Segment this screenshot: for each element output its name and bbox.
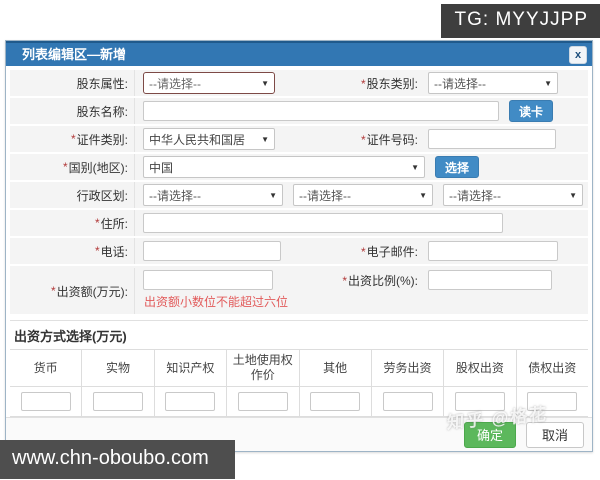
chevron-down-icon: ▼ bbox=[419, 190, 427, 200]
row-address: * 住所: bbox=[10, 210, 588, 236]
row-shareholder-name: 股东名称: 读卡 bbox=[10, 98, 588, 124]
col-debt: 债权出资 bbox=[528, 360, 577, 375]
admin-division-select-2[interactable]: --请选择-- ▼ bbox=[293, 184, 433, 206]
col-other: 其他 bbox=[300, 350, 372, 386]
email-input[interactable] bbox=[428, 241, 558, 261]
row-cert: * 证件类别: 中华人民共和国居 ▼ *证件号码: bbox=[10, 126, 588, 152]
cert-no-input[interactable] bbox=[428, 129, 556, 149]
shareholder-name-input[interactable] bbox=[143, 101, 499, 121]
ratio-label: *出资比例(%): bbox=[342, 274, 418, 288]
address-label: * 住所: bbox=[10, 210, 135, 236]
chevron-down-icon: ▼ bbox=[269, 190, 277, 200]
admin-division-label: 行政区划: bbox=[10, 182, 135, 208]
col-currency: 货币 bbox=[10, 350, 83, 386]
shareholder-attr-label: 股东属性: bbox=[10, 70, 135, 96]
read-card-button[interactable]: 读卡 bbox=[509, 100, 554, 122]
ip-input[interactable] bbox=[165, 392, 216, 411]
form-area: 股东属性: --请选择-- ▼ *股东类别: --请选择-- ▼ 股东名称: 读… bbox=[6, 66, 592, 314]
col-in-kind: 实物 bbox=[82, 350, 155, 386]
capital-table-inputs bbox=[10, 387, 588, 417]
labor-input[interactable] bbox=[382, 392, 433, 411]
site-badge: www.chn-oboubo.com bbox=[0, 440, 235, 479]
other-input[interactable] bbox=[310, 392, 361, 411]
row-shareholder-attr: 股东属性: --请选择-- ▼ *股东类别: --请选择-- ▼ bbox=[10, 70, 588, 96]
chevron-down-icon: ▼ bbox=[411, 162, 419, 172]
row-amount-ratio: * 出资额(万元): 出资额小数位不能超过六位 *出资比例(%): bbox=[10, 266, 588, 314]
phone-input[interactable] bbox=[143, 241, 281, 261]
shareholder-name-label: 股东名称: bbox=[10, 98, 135, 124]
cert-type-select[interactable]: 中华人民共和国居 ▼ bbox=[143, 128, 275, 150]
in-kind-input[interactable] bbox=[93, 392, 144, 411]
chevron-down-icon: ▼ bbox=[569, 190, 577, 200]
tg-badge: TG: MYYJJPP bbox=[440, 4, 600, 38]
address-input[interactable] bbox=[143, 213, 503, 233]
choose-button[interactable]: 选择 bbox=[435, 156, 480, 178]
land-use-input[interactable] bbox=[237, 392, 288, 411]
admin-division-select-1[interactable]: --请选择-- ▼ bbox=[143, 184, 283, 206]
shareholder-attr-select[interactable]: --请选择-- ▼ bbox=[143, 72, 275, 94]
ratio-input[interactable] bbox=[428, 270, 552, 290]
country-label: * 国别(地区): bbox=[10, 154, 135, 180]
debt-input[interactable] bbox=[527, 392, 578, 411]
cert-no-label: *证件号码: bbox=[360, 132, 418, 147]
dialog-title: 列表编辑区—新增 bbox=[22, 47, 127, 62]
equity-input[interactable] bbox=[454, 392, 505, 411]
amount-validation-hint: 出资额小数位不能超过六位 bbox=[144, 295, 289, 309]
capital-section: 出资方式选择(万元) 货币 实物 知识产权 土地使用权作价 其他 劳务出资 股权… bbox=[10, 320, 588, 417]
row-country: * 国别(地区): 中国 ▼ 选择 bbox=[10, 154, 588, 180]
chevron-down-icon: ▼ bbox=[261, 78, 269, 88]
cert-type-label: * 证件类别: bbox=[10, 126, 135, 152]
amount-label: * 出资额(万元): bbox=[10, 268, 135, 314]
col-land-use: 土地使用权作价 bbox=[227, 350, 300, 386]
row-admin-division: 行政区划: --请选择-- ▼ --请选择-- ▼ --请选择-- ▼ bbox=[10, 182, 588, 208]
edit-dialog: 列表编辑区—新增 x 股东属性: --请选择-- ▼ *股东类别: --请选择-… bbox=[5, 40, 593, 452]
admin-division-select-3[interactable]: --请选择-- ▼ bbox=[443, 184, 583, 206]
col-equity: 股权出资 bbox=[444, 350, 517, 386]
email-label: *电子邮件: bbox=[360, 244, 418, 259]
currency-input[interactable] bbox=[20, 392, 71, 411]
capital-section-title: 出资方式选择(万元) bbox=[14, 329, 127, 344]
chevron-down-icon: ▼ bbox=[261, 134, 269, 144]
confirm-button[interactable]: 确定 bbox=[464, 421, 516, 448]
page: TG: MYYJJPP 列表编辑区—新增 x 股东属性: --请选择-- ▼ *… bbox=[0, 0, 600, 480]
country-select[interactable]: 中国 ▼ bbox=[143, 156, 425, 178]
cancel-button[interactable]: 取消 bbox=[526, 421, 584, 448]
phone-label: * 电话: bbox=[10, 238, 135, 264]
dialog-titlebar: 列表编辑区—新增 x bbox=[6, 41, 592, 66]
row-phone-email: * 电话: *电子邮件: bbox=[10, 238, 588, 264]
shareholder-type-label: *股东类别: bbox=[360, 76, 418, 91]
col-ip: 知识产权 bbox=[155, 350, 228, 386]
chevron-down-icon: ▼ bbox=[544, 78, 552, 88]
close-icon[interactable]: x bbox=[569, 46, 587, 64]
shareholder-type-select[interactable]: --请选择-- ▼ bbox=[428, 72, 558, 94]
amount-input[interactable] bbox=[143, 270, 273, 290]
col-labor: 劳务出资 bbox=[372, 350, 445, 386]
capital-table-header: 货币 实物 知识产权 土地使用权作价 其他 劳务出资 股权出资 债权出资 bbox=[10, 349, 588, 387]
